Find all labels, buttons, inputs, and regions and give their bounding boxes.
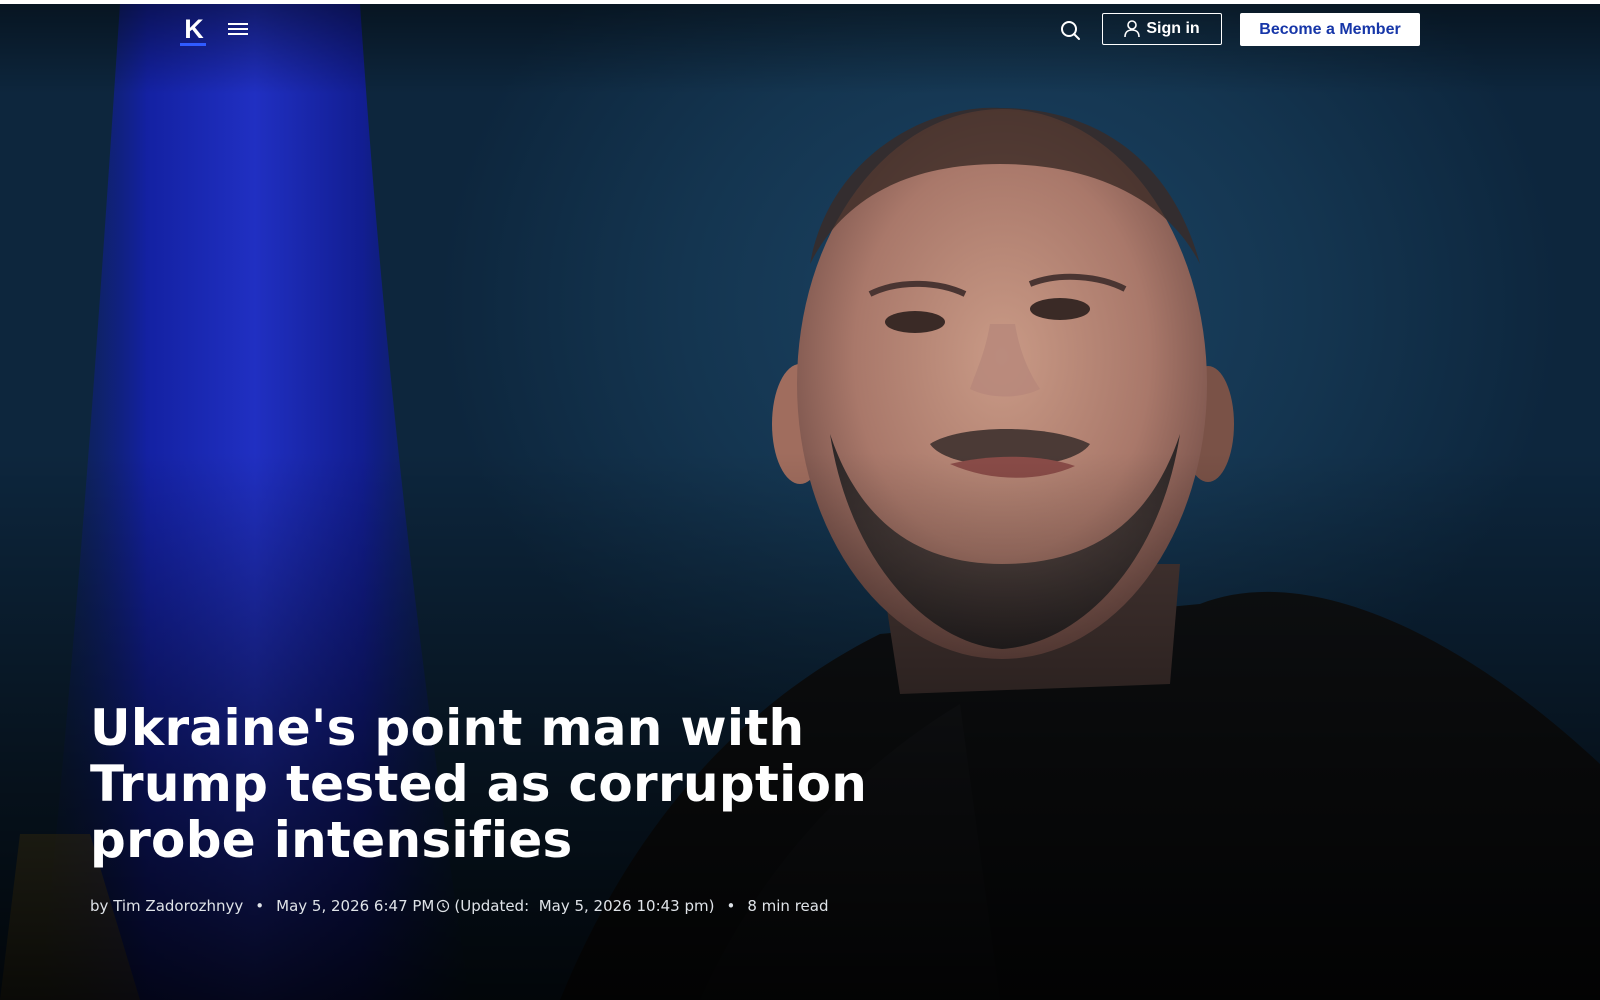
logo-letter: K <box>184 14 204 44</box>
clock-icon <box>437 899 450 913</box>
published-date: May 5, 2026 6:47 PM <box>276 897 435 915</box>
byline-prefix: by <box>90 897 109 915</box>
author-link[interactable]: Tim Zadorozhnyy <box>113 896 243 916</box>
article-page: K Sign in Become a Member Ukraine's poin… <box>0 0 1600 1000</box>
menu-line <box>228 33 248 35</box>
article-meta: by Tim Zadorozhnyy • May 5, 2026 6:47 PM… <box>90 896 828 916</box>
updated-label: (Updated: <box>454 897 530 915</box>
user-icon <box>1124 20 1141 38</box>
logo-underline <box>180 43 206 46</box>
search-icon[interactable] <box>1058 18 1084 44</box>
menu-line <box>228 28 248 30</box>
become-member-label: Become a Member <box>1259 20 1401 38</box>
become-member-button[interactable]: Become a Member <box>1240 13 1420 46</box>
site-header: K Sign in Become a Member <box>0 4 1600 60</box>
sign-in-button[interactable]: Sign in <box>1102 13 1222 45</box>
hamburger-menu-icon[interactable] <box>226 20 250 42</box>
updated-date: May 5, 2026 10:43 pm) <box>538 897 715 915</box>
sign-in-label: Sign in <box>1146 20 1200 37</box>
site-logo[interactable]: K <box>180 14 208 46</box>
meta-separator: • <box>726 897 736 915</box>
search-icon-graphic <box>1061 21 1080 40</box>
read-time: 8 min read <box>747 897 829 915</box>
article-title: Ukraine's point man with Trump tested as… <box>90 699 868 869</box>
menu-line <box>228 23 248 25</box>
meta-separator: • <box>255 897 265 915</box>
